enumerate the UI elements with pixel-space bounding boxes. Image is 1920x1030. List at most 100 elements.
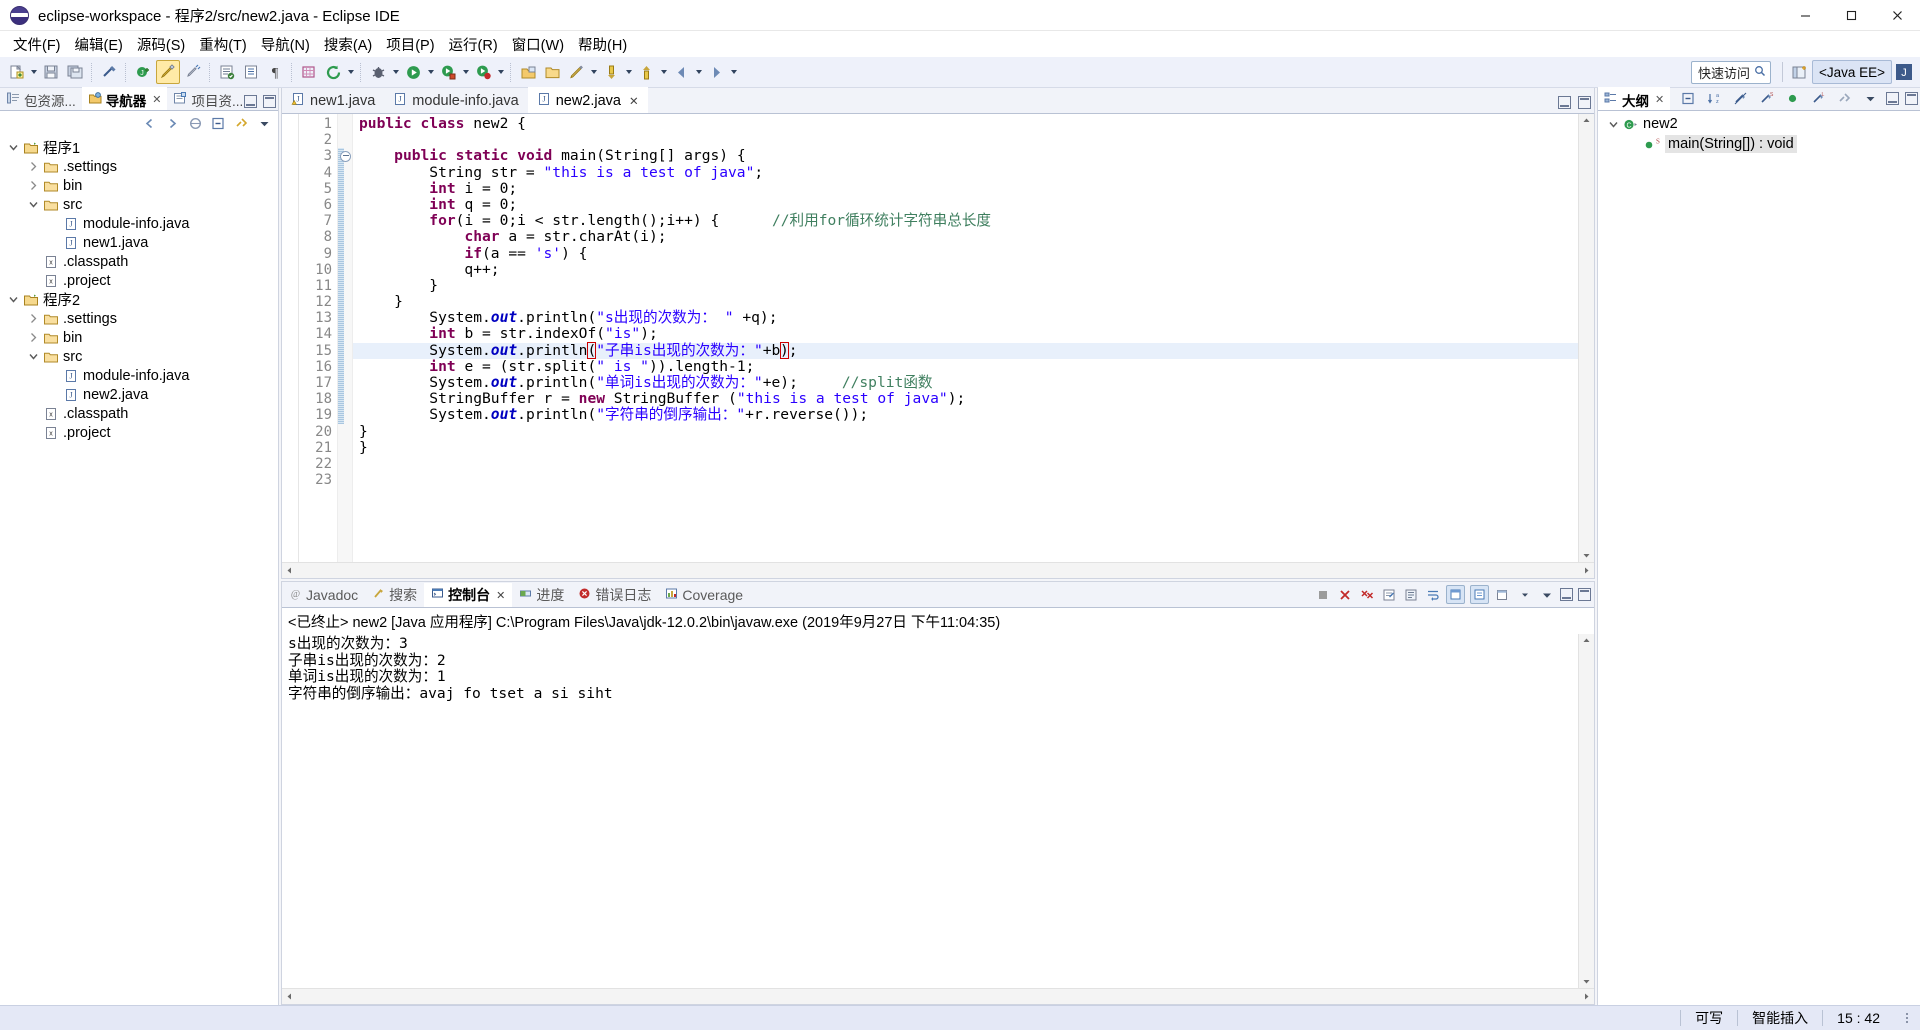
console-tab-4[interactable]: 错误日志 [571,583,658,607]
back-icon[interactable] [670,61,692,83]
terminate-icon[interactable] [1314,586,1331,603]
close-icon[interactable]: ✕ [496,589,505,602]
outline-item[interactable]: Smain(String[]) : void [1598,134,1920,154]
minimize-view-icon[interactable] [1886,91,1899,105]
console-tab-5[interactable]: Coverage [658,583,750,607]
scroll-lock-icon[interactable] [1402,586,1419,603]
collapse-all-icon[interactable] [208,114,228,134]
menu-item-7[interactable]: 运行(R) [442,31,505,58]
console-dropdown-icon[interactable] [1516,586,1533,603]
marker-ruler[interactable] [282,114,299,562]
scroll-right-button[interactable] [1580,564,1593,577]
chevron-right-icon[interactable] [26,309,41,328]
tree-item[interactable]: x .classpath [0,404,278,423]
coverage-dropdown[interactable] [495,61,506,83]
run-dropdown[interactable] [425,61,436,83]
open-console-icon[interactable] [1494,586,1511,603]
code-line[interactable]: public static void main(String[] args) { [353,148,1578,164]
fold-toggle-icon[interactable] [340,151,351,163]
code-line[interactable]: String str = "this is a test of java"; [353,164,1578,181]
perspective-java-ee[interactable]: <Java EE> [1811,60,1892,84]
code-line[interactable]: int i = 0; [353,180,1578,197]
external-tools-dropdown[interactable] [460,61,471,83]
chevron-down-icon[interactable] [1606,115,1621,134]
folding-ruler[interactable] [337,114,353,562]
tree-item[interactable]: .settings [0,157,278,176]
tree-item[interactable]: bin [0,328,278,347]
menu-item-9[interactable]: 帮助(H) [571,31,634,58]
java-perspective-icon[interactable]: J [1893,61,1915,83]
chevron-right-icon[interactable] [26,157,41,176]
tree-item[interactable]: Jnew1.java [0,233,278,252]
tree-item[interactable]: x .classpath [0,252,278,271]
hide-static-icon[interactable]: S [1756,88,1776,108]
pencil-dropdown[interactable] [588,61,599,83]
maximize-button[interactable] [1828,0,1874,30]
forward-arrow-icon[interactable] [162,114,182,134]
code-line[interactable] [353,456,1578,472]
outline-tree[interactable]: Cnew2 Smain(String[]) : void [1598,111,1920,1005]
maximize-view-icon[interactable] [263,95,276,108]
console-scroll-right-button[interactable] [1580,990,1593,1003]
debug-dropdown[interactable] [390,61,401,83]
menu-item-4[interactable]: 导航(N) [254,31,317,58]
tree-item[interactable]: Jnew2.java [0,385,278,404]
open-perspective-icon[interactable] [517,61,539,83]
new-folder-icon[interactable] [541,61,563,83]
scroll-left-button[interactable] [283,564,296,577]
save-all-icon[interactable] [64,61,86,83]
code-line[interactable]: StringBuffer r = new StringBuffer ("this… [353,390,1578,407]
highlight-icon[interactable] [156,60,180,84]
pencil-icon[interactable] [565,61,587,83]
forward-dropdown[interactable] [728,61,739,83]
link-icon[interactable] [1834,88,1854,108]
pin-console-icon[interactable] [1446,585,1465,604]
code-line[interactable]: if(a == 's') { [353,245,1578,262]
next-annotation-dropdown[interactable] [658,61,669,83]
chevron-right-icon[interactable] [26,328,41,347]
tree-item[interactable]: .settings [0,309,278,328]
menu-item-2[interactable]: 源码(S) [130,31,192,58]
back-arrow-icon[interactable] [139,114,159,134]
editor-tab-1[interactable]: Jmodule-info.java [384,89,527,113]
menu-item-1[interactable]: 编辑(E) [68,31,130,58]
previous-annotation-dropdown[interactable] [623,61,634,83]
chevron-down-icon[interactable] [26,195,41,214]
tree-item[interactable]: src [0,347,278,366]
outline-item[interactable]: Cnew2 [1598,114,1920,134]
console-scroll-left-button[interactable] [283,990,296,1003]
search-icon[interactable] [298,61,320,83]
forward-icon[interactable] [705,61,727,83]
chevron-down-icon[interactable] [26,347,41,366]
save-icon[interactable] [40,61,62,83]
menu-item-8[interactable]: 窗口(W) [505,31,571,58]
chevron-down-icon[interactable] [6,138,21,157]
menu-item-3[interactable]: 重构(T) [192,31,254,58]
link-editor-icon[interactable] [231,114,251,134]
code-line[interactable] [353,472,1578,488]
code-line[interactable]: } [353,423,1578,440]
quick-access-input[interactable]: 快速访问 [1690,60,1771,84]
next-annotation-icon[interactable] [635,61,657,83]
code-line[interactable]: for(i = 0;i < str.length();i++) { //利用fo… [353,212,1578,229]
new-wizard-icon[interactable] [5,61,27,83]
code-line[interactable]: int q = 0; [353,196,1578,213]
tree-item[interactable]: bin [0,176,278,195]
hide-nonpublic-icon[interactable] [1782,88,1802,108]
code-line[interactable]: } [353,293,1578,310]
scroll-down-button[interactable] [1580,549,1593,562]
menu-item-6[interactable]: 项目(P) [379,31,441,58]
maximize-console-icon[interactable] [1578,588,1591,601]
run-icon[interactable] [402,61,424,83]
previous-annotation-icon[interactable] [600,61,622,83]
code-line[interactable]: } [353,439,1578,456]
editor-vertical-scrollbar[interactable] [1578,114,1594,562]
code-line[interactable]: System.out.println("字符串的倒序输出："+r.reverse… [353,407,1578,423]
editor-horizontal-scrollbar[interactable] [282,562,1594,578]
code-line[interactable]: System.out.println("单词is出现的次数为："+e); //s… [353,374,1578,391]
tab-outline[interactable]: 大纲 ✕ [1598,87,1671,110]
refresh-icon[interactable] [322,61,344,83]
console-scroll-up-button[interactable] [1580,634,1593,647]
navigator-tree[interactable]: 程序1 .settings bin src Jmodule-info.java Jnew1… [0,136,278,1005]
console-view-menu-icon[interactable] [1538,586,1555,603]
